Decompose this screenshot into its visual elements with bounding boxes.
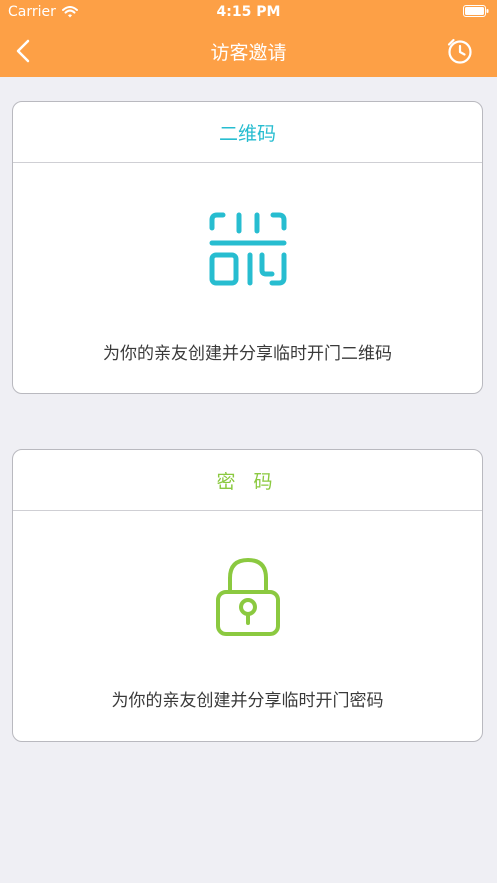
- battery-icon: [463, 5, 489, 17]
- header: Carrier 4:15 PM 访客邀请: [0, 0, 497, 77]
- password-card-description: 为你的亲友创建并分享临时开门密码: [111, 691, 384, 711]
- qr-code-card-title: 二维码: [13, 102, 482, 163]
- clock-history-icon: [447, 38, 472, 64]
- password-card-title: 密 码: [13, 450, 482, 511]
- qr-code-icon: [209, 212, 286, 286]
- status-time: 4:15 PM: [216, 4, 281, 20]
- navigation-bar: 访客邀请: [0, 26, 497, 77]
- status-bar: Carrier 4:15 PM: [0, 0, 497, 26]
- password-option-card[interactable]: 密 码 为你的亲友创建并分享临时开门密码: [12, 449, 483, 742]
- qr-code-card-description: 为你的亲友创建并分享临时开门二维码: [103, 344, 392, 364]
- lock-icon: [215, 558, 280, 636]
- qr-code-option-card[interactable]: 二维码 为你的亲友创建并分享临时开门二维码: [12, 101, 483, 394]
- history-button[interactable]: [445, 36, 475, 66]
- page-title: 访客邀请: [210, 42, 287, 64]
